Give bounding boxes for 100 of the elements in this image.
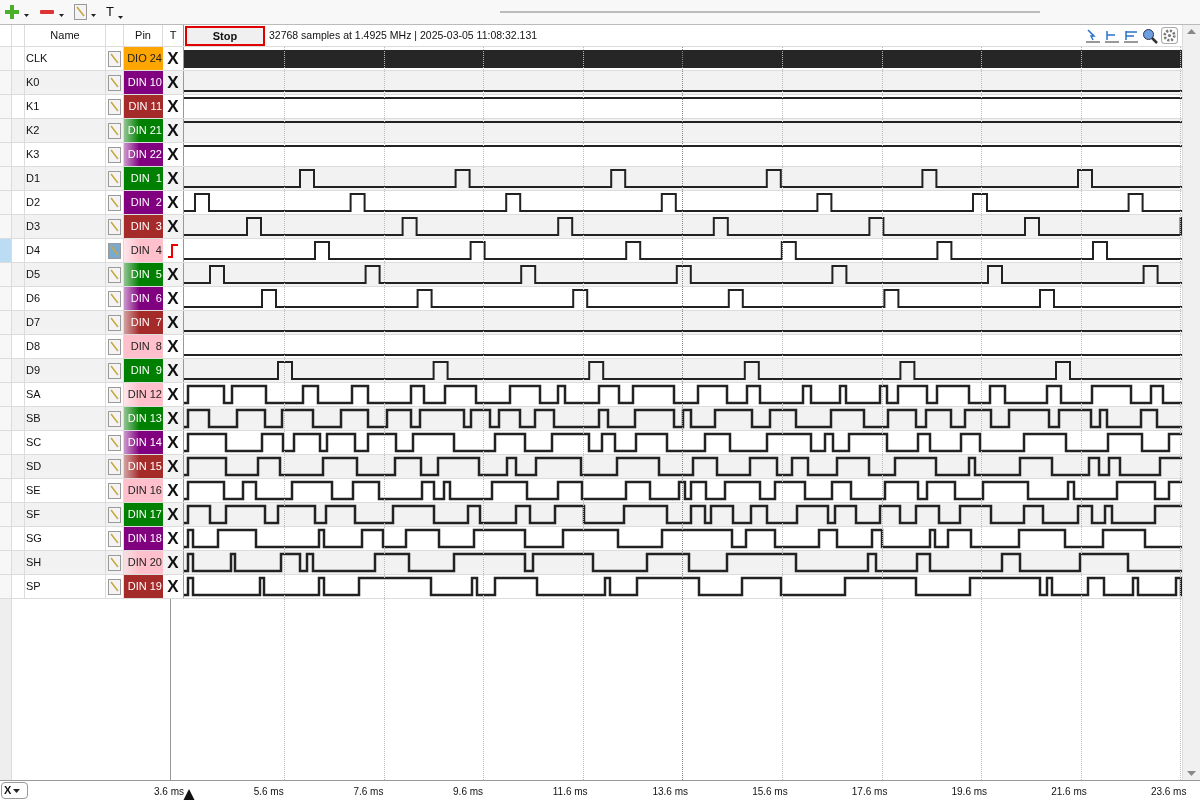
- signal-name: SH: [26, 555, 42, 571]
- pin-label: DIN 5: [124, 263, 163, 286]
- trigger-toggle[interactable]: X: [167, 98, 179, 115]
- trigger-toggle[interactable]: X: [167, 506, 179, 523]
- time-tick-label: 3.6 ms: [153, 784, 184, 799]
- trigger-toggle[interactable]: X: [167, 218, 179, 235]
- pin-label: DIN 18: [124, 527, 163, 550]
- trigger-toggle[interactable]: X: [167, 146, 179, 163]
- capture-info: 32768 samples at 1.4925 MHz | 2025-03-05 11:08:32.131: [269, 27, 538, 43]
- caret-icon[interactable]: [24, 14, 29, 17]
- pin-label: DIN 14: [124, 431, 163, 454]
- trigger-toggle[interactable]: X: [167, 266, 179, 283]
- time-tick-label: 13.6 ms: [651, 784, 688, 799]
- pencil-icon[interactable]: [108, 122, 121, 139]
- pin-label: DIN 20: [124, 551, 163, 574]
- pencil-icon[interactable]: [108, 362, 121, 379]
- scroll-down-icon[interactable]: [1187, 771, 1196, 776]
- caret-icon[interactable]: [13, 788, 21, 793]
- caret-icon[interactable]: [59, 14, 64, 17]
- cursor-marker-icon[interactable]: [183, 789, 195, 800]
- pencil-icon[interactable]: [108, 506, 121, 523]
- signal-name: SC: [26, 435, 42, 451]
- trigger-toggle[interactable]: X: [167, 338, 179, 355]
- time-tick-label: 11.6 ms: [551, 784, 588, 799]
- pin-label: DIN 15: [124, 455, 163, 478]
- pencil-icon[interactable]: [108, 98, 121, 115]
- settings-icon[interactable]: [1161, 27, 1178, 44]
- pin-label: DIN 2: [124, 191, 163, 214]
- signal-name: SA: [26, 387, 41, 403]
- pencil-icon[interactable]: [108, 290, 121, 307]
- pencil-icon[interactable]: [108, 554, 121, 571]
- column-header[interactable]: Pin: [135, 27, 151, 44]
- vertical-scrollbar[interactable]: [1182, 25, 1200, 780]
- cursor-icon[interactable]: [1085, 27, 1101, 44]
- pin-label: DIN 17: [124, 503, 163, 526]
- trigger-toggle[interactable]: X: [167, 74, 179, 91]
- trigger-toggle[interactable]: X: [167, 530, 179, 547]
- pencil-icon[interactable]: [108, 170, 121, 187]
- caret-icon[interactable]: [91, 14, 96, 17]
- trigger-toggle[interactable]: X: [167, 578, 179, 595]
- trigger-toggle[interactable]: X: [167, 434, 179, 451]
- signal-name: K3: [26, 147, 40, 163]
- signal-name: SF: [26, 507, 41, 523]
- trigger-toggle[interactable]: X: [167, 170, 179, 187]
- trigger-toggle[interactable]: X: [167, 314, 179, 331]
- pencil-icon[interactable]: [108, 578, 121, 595]
- trigger-toggle[interactable]: X: [167, 362, 179, 379]
- pencil-icon[interactable]: [108, 218, 121, 235]
- pencil-icon[interactable]: [108, 50, 121, 67]
- rising-edge-icon[interactable]: [168, 243, 178, 258]
- signal-name: D7: [26, 315, 41, 331]
- trigger-toggle[interactable]: X: [167, 194, 179, 211]
- pencil-icon[interactable]: [108, 338, 121, 355]
- pencil-icon[interactable]: [108, 146, 121, 163]
- pin-label: DIN 3: [124, 215, 163, 238]
- signal-name: K0: [26, 75, 40, 91]
- trigger-toggle[interactable]: X: [167, 386, 179, 403]
- pencil-icon[interactable]: [108, 530, 121, 547]
- signal-name: D9: [26, 363, 41, 379]
- pin-label: DIN 8: [124, 335, 163, 358]
- pencil-icon[interactable]: [108, 266, 121, 283]
- column-header[interactable]: T: [169, 27, 177, 44]
- pin-label: DIN 6: [124, 287, 163, 310]
- caret-icon[interactable]: [117, 15, 123, 19]
- trigger-toggle[interactable]: X: [167, 458, 179, 475]
- zoom-icon[interactable]: [1142, 27, 1158, 44]
- pin-label: DIN 9: [124, 359, 163, 382]
- pencil-icon[interactable]: [108, 74, 121, 91]
- pencil-icon[interactable]: [108, 410, 121, 427]
- signal-name: CLK: [26, 51, 48, 67]
- time-tick-label: 17.6 ms: [850, 784, 888, 799]
- pin-label: DIN 19: [124, 575, 163, 598]
- time-tick-label: 23.6 ms: [1149, 784, 1187, 799]
- trigger-toggle[interactable]: X: [167, 482, 179, 499]
- trigger-toggle[interactable]: X: [167, 122, 179, 139]
- pin-label: DIN 4: [124, 239, 163, 262]
- pencil-icon[interactable]: [108, 386, 121, 403]
- signal-name: D3: [26, 219, 41, 235]
- pin-label: DIO 24: [124, 47, 163, 70]
- pin-label: DIN 10: [124, 71, 163, 94]
- column-header[interactable]: Name: [50, 27, 80, 44]
- signal-name: K1: [26, 99, 40, 115]
- pencil-icon[interactable]: [108, 314, 121, 331]
- trigger-toggle[interactable]: X: [167, 410, 179, 427]
- pencil-icon[interactable]: [108, 194, 121, 211]
- pencil-icon[interactable]: [108, 242, 121, 259]
- trigger-toggle[interactable]: X: [167, 554, 179, 571]
- pencil-icon[interactable]: [108, 458, 121, 475]
- cursor-dropdown[interactable]: X: [1, 782, 28, 799]
- signal-name: K2: [26, 123, 40, 139]
- trigger-toggle[interactable]: X: [167, 290, 179, 307]
- text-tool[interactable]: T: [106, 2, 114, 22]
- stop-button[interactable]: Stop: [185, 25, 265, 46]
- trigger-toggle[interactable]: X: [167, 50, 179, 67]
- time-tick-label: 21.6 ms: [1050, 784, 1087, 799]
- pin-label: DIN 13: [124, 407, 163, 430]
- scroll-up-icon[interactable]: [1187, 29, 1196, 34]
- signal-name: SG: [26, 531, 42, 547]
- pencil-icon[interactable]: [108, 434, 121, 451]
- pencil-icon[interactable]: [108, 482, 121, 499]
